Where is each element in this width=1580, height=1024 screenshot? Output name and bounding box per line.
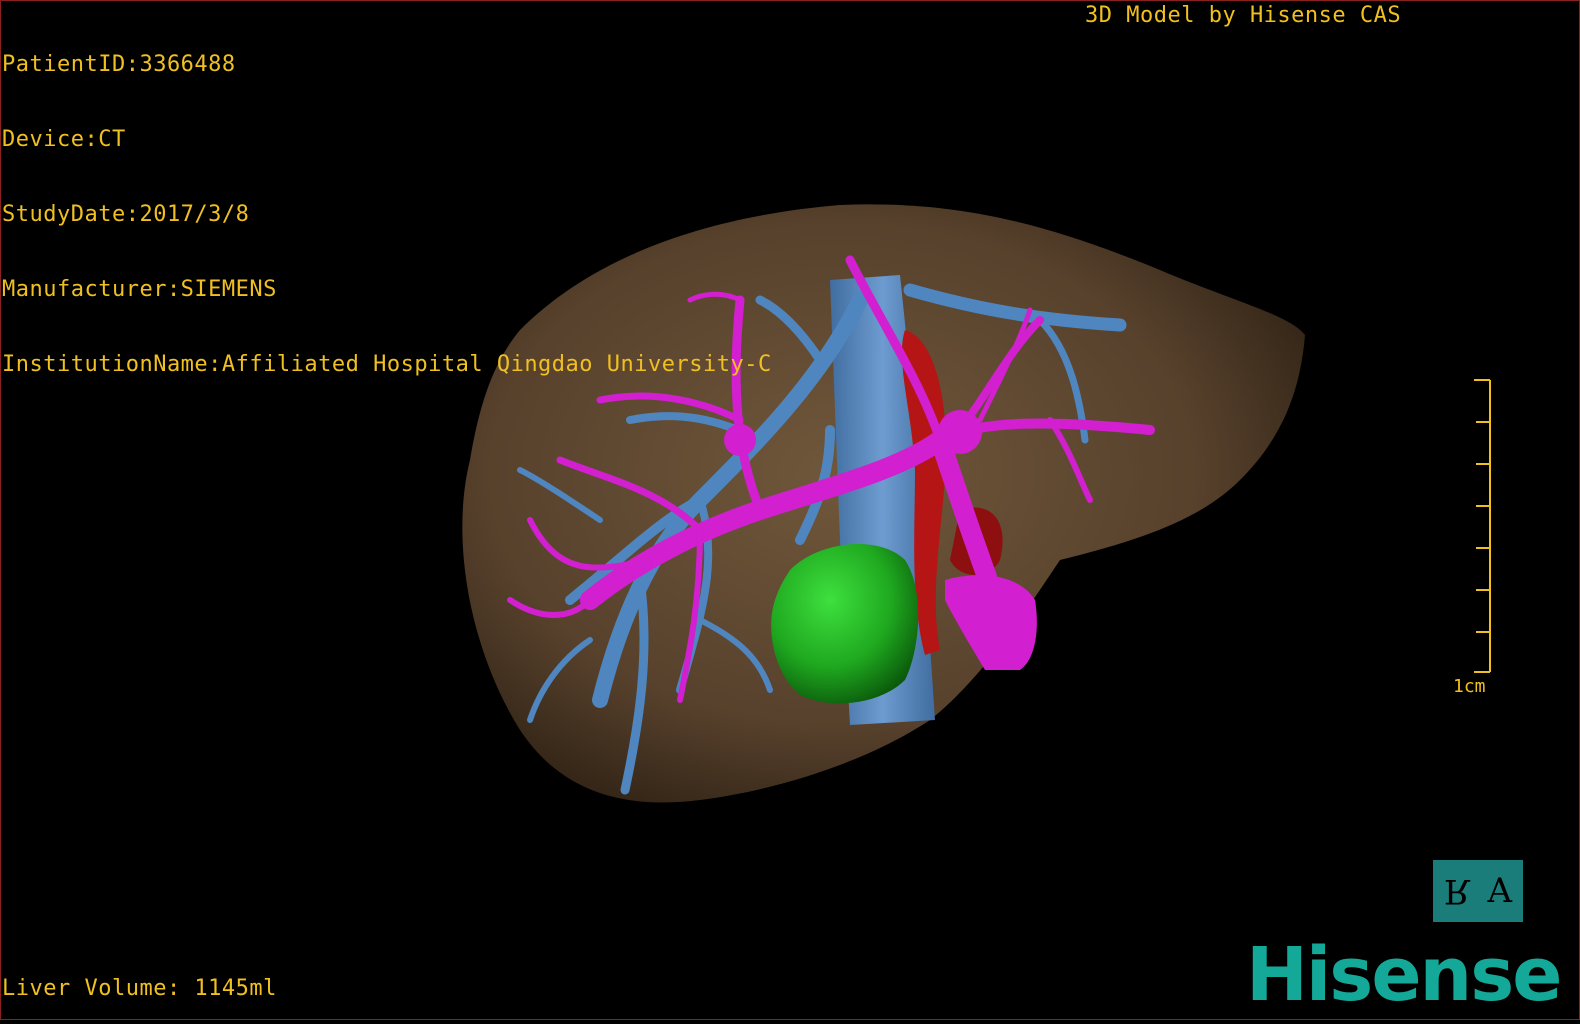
study-info-overlay: PatientID:3366488 Device:CT StudyDate:20… [2, 2, 772, 402]
orientation-left-label: R [1443, 871, 1470, 911]
scale-bar [1474, 379, 1491, 673]
scale-label: 1cm [1453, 676, 1486, 697]
model-credit-text: 3D Model by Hisense CAS [1085, 3, 1402, 28]
orientation-right-label: A [1487, 871, 1513, 911]
patient-id-text: PatientID:3366488 [2, 52, 236, 77]
orientation-indicator[interactable]: R A [1433, 860, 1523, 922]
manufacturer-text: Manufacturer:SIEMENS [2, 277, 277, 302]
tumor-mass [771, 543, 919, 704]
institution-text: InstitutionName:Affiliated Hospital Qing… [2, 352, 772, 377]
hisense-logo: Hisense [1246, 932, 1562, 1018]
study-date-text: StudyDate:2017/3/8 [2, 202, 250, 227]
device-text: Device:CT [2, 127, 126, 152]
liver-volume-text: Liver Volume: 1145ml [2, 976, 277, 1001]
